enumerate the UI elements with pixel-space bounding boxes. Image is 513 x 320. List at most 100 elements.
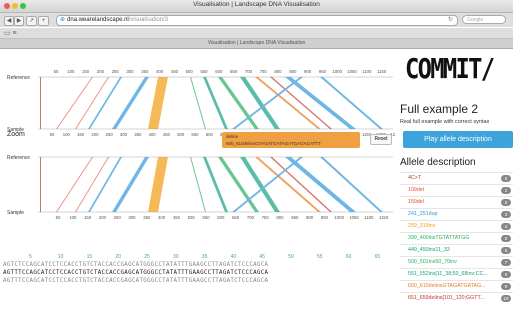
variant-link[interactable] <box>56 77 93 129</box>
variant-link[interactable] <box>112 77 149 129</box>
allele-item[interactable]: 399_400insTGTATTATGG 5 <box>400 232 513 244</box>
variant-link[interactable] <box>40 157 41 212</box>
variant-link[interactable] <box>240 77 280 129</box>
allele-item[interactable]: 241_251dup 3 <box>400 208 513 220</box>
sequence-number: 45 <box>259 254 265 260</box>
variant-link[interactable] <box>148 157 168 212</box>
axis-tick-label: 600 <box>215 69 223 74</box>
reload-icon[interactable]: ↻ <box>448 16 453 25</box>
axis-tick-label: 750 <box>260 69 268 74</box>
axis-tick-label: 1050 <box>347 69 357 74</box>
variant-link[interactable] <box>320 77 383 129</box>
axis-tick-label: 850 <box>289 69 297 74</box>
variant-link[interactable] <box>40 77 41 129</box>
variant-link[interactable] <box>75 77 109 129</box>
address-bar[interactable]: ⊕ dna.wearelandscape.nl/visualisation/3 ↻ <box>56 15 458 26</box>
variant-link[interactable] <box>285 157 356 212</box>
sequence-number: 15 <box>86 254 93 260</box>
allele-item[interactable]: 159del 2 <box>400 196 513 208</box>
axis-tick-label: 600 <box>217 215 225 220</box>
tab-bar: Visualisation | Landscape DNA Visualisat… <box>0 39 513 49</box>
back-button[interactable]: ◀ <box>4 16 14 26</box>
sequence-number: 50 <box>288 254 294 260</box>
variant-link[interactable] <box>88 157 122 212</box>
allele-item[interactable]: 600_610delinsGTAGATGATAG... 9 <box>400 280 513 292</box>
allele-badge: 3 <box>501 211 511 218</box>
variant-link[interactable] <box>148 77 168 129</box>
tooltip-title: deline <box>226 134 239 139</box>
axis-tick-label: 450 <box>163 132 171 137</box>
bookmarks-bar: ▭ ≡ <box>0 28 513 39</box>
sequence-reference: AGTCTCCAGCATCCTCCACCTGTCTACCACCGAGCATGGG… <box>3 262 269 268</box>
sequence-number: 5 <box>29 254 32 260</box>
variant-link[interactable] <box>88 77 122 129</box>
sequence-number: 40 <box>230 254 237 260</box>
axis-tick-label: 550 <box>202 215 210 220</box>
play-allele-button[interactable]: Play allele description <box>403 131 513 148</box>
variant-link[interactable] <box>232 77 303 129</box>
reset-button[interactable]: Reset <box>370 134 392 145</box>
example-heading: Full example 2 <box>400 102 479 116</box>
allele-badge: 1 <box>501 187 511 194</box>
axis-tick-label: 250 <box>114 215 122 220</box>
allele-badge: 5 <box>501 235 511 242</box>
allele-item[interactable]: 109del 1 <box>400 184 513 196</box>
axis-tick-label: 350 <box>134 132 142 137</box>
axis-tick-label: 250 <box>106 132 114 137</box>
allele-label: 449_450ins11_33 <box>408 247 450 253</box>
axis-tick-label: 400 <box>156 69 164 74</box>
allele-item[interactable]: 259_319inv 4 <box>400 220 513 232</box>
axis-tick-label: 800 <box>274 69 282 74</box>
reading-list-icon[interactable]: ▭ ≡ <box>4 29 17 37</box>
variant-link[interactable] <box>255 157 321 212</box>
variant-link[interactable] <box>240 157 280 212</box>
axis-tick-label: 400 <box>158 215 166 220</box>
variant-link[interactable] <box>190 77 206 129</box>
sequence-number: 35 <box>201 254 208 260</box>
forward-button[interactable]: ▶ <box>14 16 24 26</box>
variant-link[interactable] <box>190 157 206 212</box>
axis-tick-label: 200 <box>91 132 99 137</box>
allele-label: 109del <box>408 187 424 193</box>
axis-tick-label: 800 <box>276 215 284 220</box>
variant-link[interactable] <box>56 157 93 212</box>
axis-tick-label: 100 <box>67 69 75 74</box>
browser-toolbar: ◀ ▶ ↗ + ⊕ dna.wearelandscape.nl/visualisa… <box>0 13 513 27</box>
sequence-number: 30 <box>173 254 179 260</box>
sequence-number: 65 <box>374 254 381 260</box>
variant-link[interactable] <box>232 157 303 212</box>
allele-heading: Allele description <box>400 157 476 168</box>
variant-link[interactable] <box>75 157 109 212</box>
allele-item[interactable]: 4C>T 0 <box>400 172 513 184</box>
allele-label: 500_501ins50_70inv <box>408 259 457 265</box>
axis-tick-label: 300 <box>128 215 136 220</box>
axis-tick-label: 400 <box>149 132 157 137</box>
share-icon[interactable]: ↗ <box>26 16 37 26</box>
axis-tick-label: 350 <box>141 69 149 74</box>
allele-label: 241_251dup <box>408 211 438 217</box>
sequence-number: 60 <box>345 254 352 260</box>
search-input[interactable]: Google <box>462 15 506 24</box>
allele-label: 4C>T <box>408 175 422 181</box>
axis-tick-label: 1050 <box>349 215 359 220</box>
allele-item[interactable]: 500_501ins50_70inv 7 <box>400 256 513 268</box>
variant-link[interactable] <box>320 157 383 212</box>
axis-tick-label: 650 <box>230 69 238 74</box>
variant-link[interactable] <box>112 157 149 212</box>
allele-item[interactable]: 651_659delins[101_120;GGTT... 10 <box>400 292 513 304</box>
variant-link[interactable] <box>255 77 321 129</box>
tab-active[interactable]: Visualisation | Landscape DNA Visualisat… <box>208 40 306 46</box>
axis-tick-label: 850 <box>291 215 299 220</box>
allele-item[interactable]: 449_450ins11_33 6 <box>400 244 513 256</box>
url-domain: dna.wearelandscape.nl <box>67 17 129 23</box>
axis-tick-label: 450 <box>171 69 179 74</box>
axis-tick-label: 50 <box>54 69 59 74</box>
axis-tick-label: 700 <box>247 215 255 220</box>
overview-track: 50 100 150 200 250 300 350 400 450 500 550 600 650 70… <box>38 69 395 137</box>
allele-badge: 8 <box>501 271 511 278</box>
add-tab-icon[interactable]: + <box>38 16 49 26</box>
variant-link[interactable] <box>285 77 356 129</box>
allele-item[interactable]: 551_552ins[11_38;50_68inv;CC... 8 <box>400 268 513 280</box>
axis-tick-label: 950 <box>319 69 327 74</box>
axis-tick-label: 500 <box>177 132 185 137</box>
